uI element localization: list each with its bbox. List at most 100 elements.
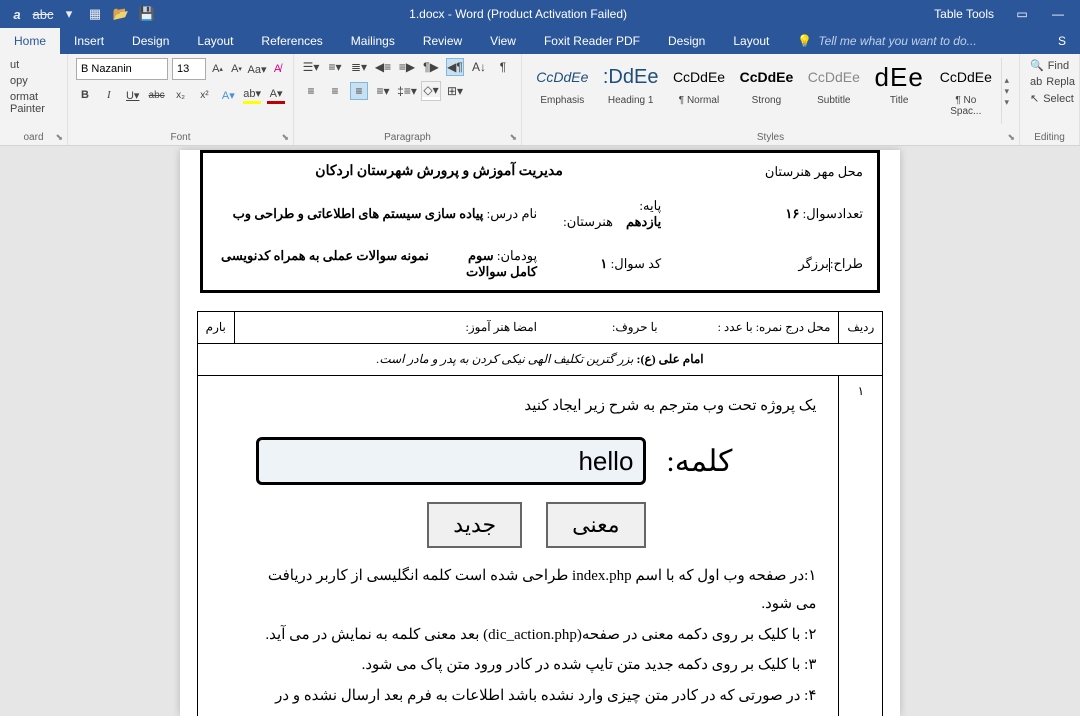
clipboard-dialog-icon[interactable]: ⬊ [55, 132, 63, 143]
tell-me-search[interactable]: 💡 Tell me what you want to do... [783, 28, 1044, 54]
justify-button[interactable]: ≡▾ [374, 82, 392, 100]
tab-home[interactable]: Home [0, 28, 60, 54]
quote-cell: امام علی (ع): بزر گترین تکلیف الهی نیکی … [197, 344, 883, 376]
increase-indent-button[interactable]: ≡▶ [398, 58, 416, 76]
document-area[interactable]: مدیریت آموزش و پرورش شهرستان اردکان محل … [0, 146, 1080, 716]
subscript-button[interactable]: x₂ [172, 86, 190, 104]
q1-body: یک پروژه تحت وب مترجم به شرح زیر ایجاد ک… [234, 376, 839, 717]
select-button[interactable]: ↖Select [1028, 91, 1071, 106]
dropdown-icon[interactable]: ▾ [60, 5, 78, 23]
text-effects-button[interactable]: A▾ [219, 86, 237, 104]
save-icon[interactable]: 💾 [138, 5, 156, 23]
tab-foxit[interactable]: Foxit Reader PDF [530, 28, 654, 54]
find-button[interactable]: 🔍Find [1028, 58, 1071, 73]
line-spacing-button[interactable]: ‡≡▾ [398, 82, 416, 100]
align-right-button[interactable]: ≡ [350, 82, 368, 100]
tab-design[interactable]: Design [118, 28, 183, 54]
style-subtitle[interactable]: CcDdEeSubtitle [802, 58, 867, 124]
style-emphasis[interactable]: CcDdEeEmphasis [530, 58, 595, 124]
copy-button[interactable]: opy [8, 74, 59, 88]
font-color-button[interactable]: A▾ [267, 86, 285, 104]
ltr-button[interactable]: ¶▶ [422, 58, 440, 76]
editing-group: 🔍Find abRepla ↖Select Editing [1020, 54, 1080, 145]
styles-more-button[interactable]: ▴▾▾ [1001, 58, 1011, 124]
tab-view[interactable]: View [476, 28, 530, 54]
window-title: 1.docx - Word (Product Activation Failed… [156, 7, 880, 21]
editing-label: Editing [1020, 132, 1079, 143]
table-tools-label: Table Tools [920, 5, 1008, 23]
styles-dialog-icon[interactable]: ⬊ [1007, 132, 1015, 143]
style-title[interactable]: dEeTitle [868, 58, 930, 124]
tab-mailings[interactable]: Mailings [337, 28, 409, 54]
styles-gallery: CcDdEeEmphasis :DdEeHeading 1 CcDdEe¶ No… [530, 58, 1011, 124]
form-demo: کلمه: [256, 433, 816, 490]
change-case-icon[interactable]: Aa▾ [248, 60, 266, 78]
replace-button[interactable]: abRepla [1028, 75, 1071, 89]
titlebar: a abc ▾ ▦ 📂 💾 1.docx - Word (Product Act… [0, 0, 1080, 28]
paragraph-label: Paragraph [294, 132, 521, 143]
score-table: ردیف محل درج نمره: با عدد : با حروف: امض… [197, 311, 884, 716]
strike-button[interactable]: abc [148, 86, 166, 104]
ribbon-options-icon[interactable]: ▭ [1008, 4, 1036, 24]
bold-button[interactable]: B [76, 86, 94, 104]
header-designer: طراح:برزگر [675, 240, 875, 288]
align-center-button[interactable]: ≡ [326, 82, 344, 100]
style-nospacing[interactable]: CcDdEe¶ No Spac... [932, 58, 999, 124]
minimize-icon[interactable]: — [1044, 4, 1072, 24]
clear-format-icon[interactable]: A̸ [270, 60, 285, 78]
col-row: ردیف [839, 312, 883, 344]
open-icon[interactable]: 📂 [112, 5, 130, 23]
format-painter-button[interactable]: ormat Painter [8, 90, 59, 116]
clipboard-group: ut opy ormat Painter oard ⬊ [0, 54, 68, 145]
search-icon: 🔍 [1030, 59, 1044, 72]
q1-num: ۱ [839, 376, 883, 717]
style-heading1[interactable]: :DdEeHeading 1 [597, 58, 665, 124]
highlight-button[interactable]: ab▾ [243, 86, 261, 104]
underline-button[interactable]: U▾ [124, 86, 142, 104]
show-marks-button[interactable]: ¶ [494, 58, 512, 76]
header-count: تعدادسوال: ۱۶ [675, 190, 875, 238]
tab-insert[interactable]: Insert [60, 28, 118, 54]
sort-button[interactable]: A↓ [470, 58, 488, 76]
strikethrough-icon[interactable]: abc [34, 5, 52, 23]
shading-button[interactable]: ◇▾ [422, 82, 440, 100]
multilevel-button[interactable]: ≣▾ [350, 58, 368, 76]
rtl-button[interactable]: ◀¶ [446, 58, 464, 76]
demo-input [256, 437, 646, 485]
paragraph-group: ☰▾ ≡▾ ≣▾ ◀≡ ≡▶ ¶▶ ◀¶ A↓ ¶ ≡ ≡ ≡ ≡▾ ‡≡▾ ◇… [294, 54, 522, 145]
shrink-font-icon[interactable]: A▾ [229, 60, 244, 78]
superscript-button[interactable]: x² [195, 86, 213, 104]
demo-new-button: جدید [427, 502, 522, 548]
font-size-input[interactable] [172, 58, 206, 80]
font-name-input[interactable] [76, 58, 168, 80]
style-strong[interactable]: CcDdEeStrong [733, 58, 799, 124]
tab-layout[interactable]: Layout [183, 28, 247, 54]
align-left-button[interactable]: ≡ [302, 82, 320, 100]
style-normal[interactable]: CcDdEe¶ Normal [667, 58, 732, 124]
decrease-indent-button[interactable]: ◀≡ [374, 58, 392, 76]
tab-references[interactable]: References [247, 28, 336, 54]
quick-access-toolbar: a abc ▾ ▦ 📂 💾 [8, 5, 156, 23]
table-icon[interactable]: ▦ [86, 5, 104, 23]
numbering-button[interactable]: ≡▾ [326, 58, 344, 76]
header-grade: پایه: یازدهم هنرستان: [551, 190, 673, 238]
text-effects-icon[interactable]: a [8, 5, 26, 23]
header-title: مدیریت آموزش و پرورش شهرستان اردکان [205, 155, 673, 188]
grow-font-icon[interactable]: A▴ [210, 60, 225, 78]
bulb-icon: 💡 [797, 34, 812, 48]
italic-button[interactable]: I [100, 86, 118, 104]
tab-table-design[interactable]: Design [654, 28, 719, 54]
tab-table-layout[interactable]: Layout [719, 28, 783, 54]
tab-review[interactable]: Review [409, 28, 476, 54]
q1-barm [197, 376, 234, 717]
font-dialog-icon[interactable]: ⬊ [281, 132, 289, 143]
bullets-button[interactable]: ☰▾ [302, 58, 320, 76]
borders-button[interactable]: ⊞▾ [446, 82, 464, 100]
paragraph-dialog-icon[interactable]: ⬊ [509, 132, 517, 143]
cut-button[interactable]: ut [8, 58, 59, 72]
demo-meaning-button: معنی [546, 502, 645, 548]
share-button[interactable]: S [1044, 28, 1080, 54]
font-label: Font [68, 132, 293, 143]
styles-group: CcDdEeEmphasis :DdEeHeading 1 CcDdEe¶ No… [522, 54, 1020, 145]
page: مدیریت آموزش و پرورش شهرستان اردکان محل … [180, 150, 900, 716]
